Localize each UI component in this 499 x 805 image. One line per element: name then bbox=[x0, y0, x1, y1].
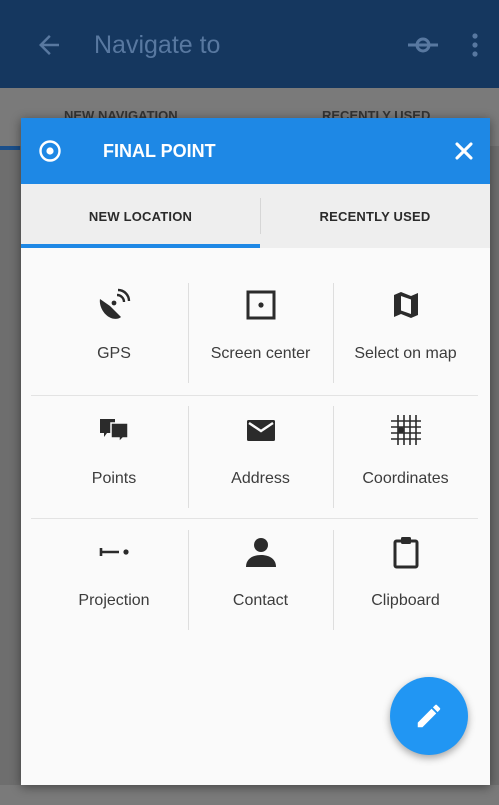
pencil-icon bbox=[417, 704, 441, 728]
background-title: Navigate to bbox=[94, 31, 221, 59]
dialog-tabs: NEW LOCATION RECENTLY USED bbox=[21, 184, 490, 248]
map-icon bbox=[393, 292, 418, 318]
option-coordinates[interactable]: Coordinates bbox=[333, 408, 478, 508]
points-icon bbox=[100, 419, 129, 444]
satellite-dish-icon bbox=[99, 288, 131, 319]
background-tab-indicator bbox=[0, 146, 20, 150]
option-address[interactable]: Address bbox=[188, 408, 333, 508]
option-select-on-map[interactable]: Select on map bbox=[333, 283, 478, 383]
edit-fab-button[interactable] bbox=[390, 677, 468, 755]
option-screen-center[interactable]: Screen center bbox=[188, 283, 333, 383]
clipboard-icon bbox=[393, 537, 418, 569]
dialog-title: FINAL POINT bbox=[103, 141, 216, 161]
option-gps-label: GPS bbox=[97, 345, 131, 362]
contact-icon bbox=[245, 538, 276, 567]
tab-indicator bbox=[21, 244, 260, 248]
option-points[interactable]: Points bbox=[31, 408, 197, 508]
option-contact[interactable]: Contact bbox=[188, 530, 333, 630]
screen-center-icon bbox=[246, 290, 275, 320]
tab-new-location[interactable]: NEW LOCATION bbox=[21, 184, 260, 248]
close-icon[interactable] bbox=[450, 137, 478, 165]
background-toolbar: Navigate to bbox=[0, 0, 499, 88]
option-clipboard-label: Clipboard bbox=[371, 592, 440, 609]
option-points-label: Points bbox=[91, 470, 137, 487]
grid-separator bbox=[31, 395, 478, 396]
coordinates-grid-icon bbox=[390, 415, 421, 445]
option-coordinates-label: Coordinates bbox=[362, 470, 449, 487]
option-contact-label: Contact bbox=[232, 592, 289, 609]
projection-icon bbox=[99, 548, 129, 556]
route-icon[interactable] bbox=[406, 34, 440, 56]
grid-separator bbox=[31, 518, 478, 519]
options-row: GPS Screen center Select on map bbox=[31, 283, 478, 383]
options-row: Points Address Coordinates bbox=[31, 408, 478, 508]
arrow-left-icon[interactable] bbox=[34, 30, 64, 60]
option-select-on-map-label: Select on map bbox=[354, 345, 457, 362]
option-clipboard[interactable]: Clipboard bbox=[333, 530, 478, 630]
option-gps[interactable]: GPS bbox=[31, 283, 197, 383]
target-icon bbox=[39, 140, 61, 162]
options-row: Projection Contact Clipboard bbox=[31, 530, 478, 630]
more-vertical-icon[interactable] bbox=[470, 32, 480, 58]
envelope-icon bbox=[246, 420, 275, 441]
option-address-label: Address bbox=[231, 470, 290, 487]
dialog-header: FINAL POINT bbox=[21, 118, 490, 184]
option-projection-label: Projection bbox=[78, 592, 150, 609]
background-bottom bbox=[0, 785, 499, 805]
option-projection[interactable]: Projection bbox=[31, 530, 197, 630]
option-screen-center-label: Screen center bbox=[210, 345, 311, 362]
final-point-dialog: FINAL POINT NEW LOCATION RECENTLY USED G… bbox=[21, 118, 490, 785]
tab-recently-used[interactable]: RECENTLY USED bbox=[260, 184, 490, 248]
